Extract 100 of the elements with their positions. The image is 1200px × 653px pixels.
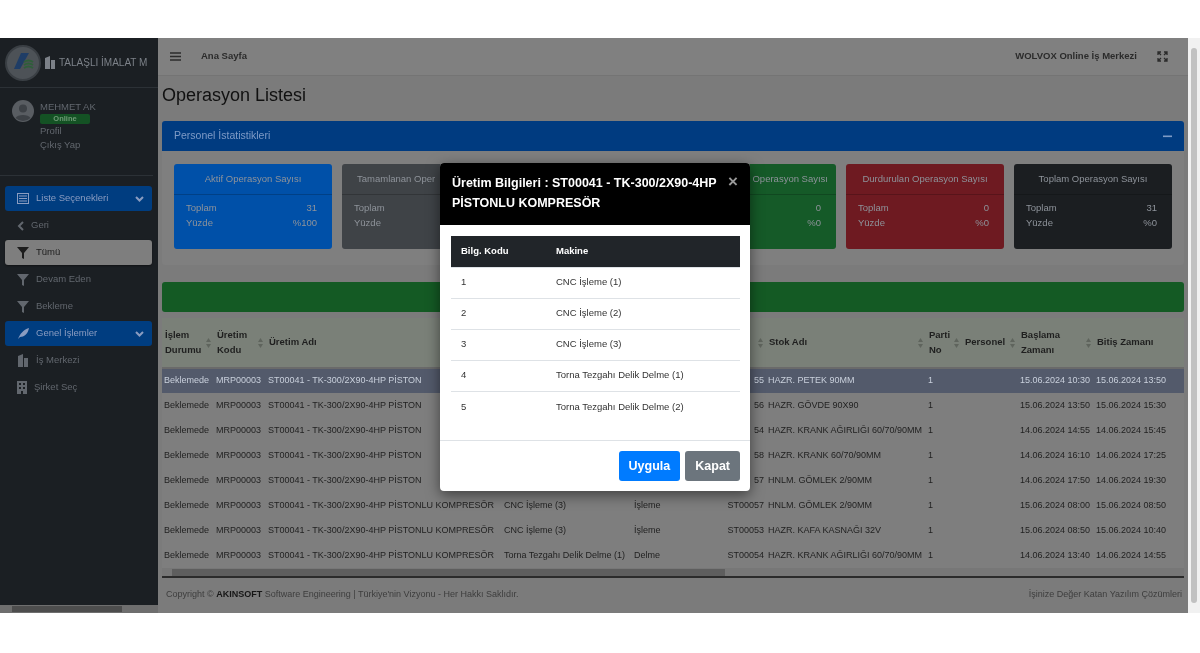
scrollbar[interactable] (1188, 38, 1200, 613)
close-button[interactable]: Kapat (685, 451, 740, 481)
panel-title: Personel İstatistikleri (174, 128, 271, 144)
column-header[interactable]: Personel (962, 318, 1018, 368)
scrollbar[interactable] (0, 605, 158, 613)
menu-item[interactable]: Bekleme (5, 294, 152, 319)
table-cell: 1 (928, 499, 933, 510)
table-cell: 15.06.2024 08:50 (1020, 524, 1091, 535)
column-header[interactable]: Parti No (926, 318, 962, 368)
table-cell: 1 (928, 549, 933, 560)
column-header[interactable]: İşlem Durumu (162, 318, 214, 368)
table-cell: 15.06.2024 08:00 (1020, 499, 1091, 510)
menu-item[interactable]: Geri (5, 213, 152, 238)
app-title: TALAŞLI İMALAT M (59, 55, 148, 70)
close-button[interactable]: × (726, 173, 740, 191)
table-cell: 1 (928, 474, 933, 485)
table-cell: 14.06.2024 15:45 (1096, 424, 1167, 435)
table-cell: HAZR. KAFA KASNAĞI 32V (768, 524, 882, 535)
table-cell: Beklemede (164, 424, 210, 435)
sort-icon[interactable] (758, 337, 763, 348)
column-header[interactable]: Üretim Kodu (214, 318, 266, 368)
column-header[interactable]: Stok Adı (766, 318, 926, 368)
table-cell: HAZR. PETEK 90MM (768, 375, 855, 386)
menu-item[interactable]: İş Merkezi (5, 348, 152, 373)
table-cell: CNC İşleme (3) (504, 524, 566, 535)
app-name: WOLVOX Online İş Merkezi (1015, 49, 1137, 64)
sort-icon[interactable] (954, 337, 959, 348)
apply-button[interactable]: Uygula (618, 451, 681, 481)
stat-label: Yüzde (1026, 216, 1053, 230)
column-header[interactable]: Başlama Zamanı (1018, 318, 1094, 368)
stat-value: %0 (807, 216, 821, 230)
table-cell: 15.06.2024 10:30 (1020, 375, 1091, 386)
menu-item[interactable]: Tümü (5, 240, 152, 265)
menu-item[interactable]: Şirket Seç (5, 375, 152, 400)
table-cell: Delme (634, 549, 660, 560)
table-cell: ST00041 - TK-300/2X90-4HP PİSTON (268, 424, 422, 435)
menu-group[interactable]: Genel İşlemler (5, 321, 152, 346)
table-cell: 58 (754, 449, 764, 460)
table-cell: HAZR. GÖVDE 90X90 (768, 399, 859, 410)
building-icon (17, 354, 29, 367)
table-cell: Torna Tezgahı Delik Delme (1) (546, 360, 740, 391)
menu-item[interactable]: Devam Eden (5, 267, 152, 292)
menu-group[interactable]: Liste Seçenekleri (5, 186, 152, 211)
table-cell: MRP00003 (216, 375, 262, 386)
stat-value: 0 (983, 201, 989, 215)
card-title: Toplam Operasyon Sayısı (1014, 164, 1172, 195)
table-cell: 15.06.2024 08:50 (1096, 499, 1167, 510)
logo (5, 44, 41, 81)
table-cell: 14.06.2024 17:25 (1096, 449, 1167, 460)
feather-icon (17, 327, 29, 340)
table-cell: 1 (451, 267, 546, 298)
scrollbar[interactable] (162, 568, 1184, 578)
table-cell: 1 (928, 449, 933, 460)
table-cell: ST00041 - TK-300/2X90-4HP PİSTON (268, 375, 422, 386)
stat-value: 0 (815, 201, 821, 215)
table-cell: Torna Tezgahı Delik Delme (2) (546, 391, 740, 422)
table-cell: Beklemede (164, 549, 210, 560)
column-header[interactable]: Bitiş Zamanı (1094, 318, 1184, 368)
table-cell: Beklemede (164, 375, 210, 386)
sort-icon[interactable] (1086, 337, 1091, 348)
sort-icon[interactable] (1010, 337, 1015, 348)
table-cell: MRP00003 (216, 474, 262, 485)
list-icon (17, 193, 29, 204)
table-cell: 2 (451, 298, 546, 329)
table-cell: 14.06.2024 13:40 (1020, 549, 1091, 560)
table-cell: 57 (754, 474, 764, 485)
stat-value: 31 (306, 201, 317, 215)
sort-icon[interactable] (258, 337, 263, 348)
table-cell: 15.06.2024 10:40 (1096, 524, 1167, 535)
table-cell: Beklemede (164, 524, 210, 535)
table-cell: 3 (451, 329, 546, 360)
sort-icon[interactable] (206, 337, 211, 348)
table-cell: 5 (451, 391, 546, 422)
collapse-icon[interactable] (1163, 134, 1172, 138)
table-cell: HAZR. KRANK AĞIRLIĞI 60/70/90MM (768, 549, 923, 560)
table-cell: 15.06.2024 13:50 (1096, 375, 1167, 386)
table-cell: 1 (928, 524, 933, 535)
table-cell: ST00041 - TK-300/2X90-4HP PİSTON (268, 474, 422, 485)
user-link[interactable]: Çıkış Yap (40, 138, 81, 152)
card-title: Durdurulan Operasyon Sayısı (846, 164, 1004, 195)
filter-icon (17, 273, 29, 286)
fullscreen-icon[interactable] (1157, 51, 1168, 62)
stat-value: 31 (1146, 201, 1157, 215)
table-cell: MRP00003 (216, 549, 262, 560)
table-cell: 1 (928, 375, 933, 386)
table-cell: ST00041 - TK-300/2X90-4HP PİSTON (268, 399, 422, 410)
sort-icon[interactable] (918, 337, 923, 348)
filter-icon (17, 300, 29, 313)
breadcrumb-link[interactable]: Ana Sayfa (201, 49, 247, 64)
table-cell: MRP00003 (216, 499, 262, 510)
column-header: Makine (546, 236, 740, 267)
stat-label: Toplam (354, 201, 385, 215)
menu-icon[interactable] (170, 52, 181, 61)
page-title: Operasyon Listesi (162, 84, 308, 107)
table-cell: Beklemede (164, 449, 210, 460)
table-cell: Beklemede (164, 499, 210, 510)
user-link[interactable]: Profil (40, 124, 62, 138)
stat-value: %0 (975, 216, 989, 230)
table-cell: HNLM. GÖMLEK 2/90MM (768, 474, 873, 485)
table-cell: 54 (754, 424, 764, 435)
